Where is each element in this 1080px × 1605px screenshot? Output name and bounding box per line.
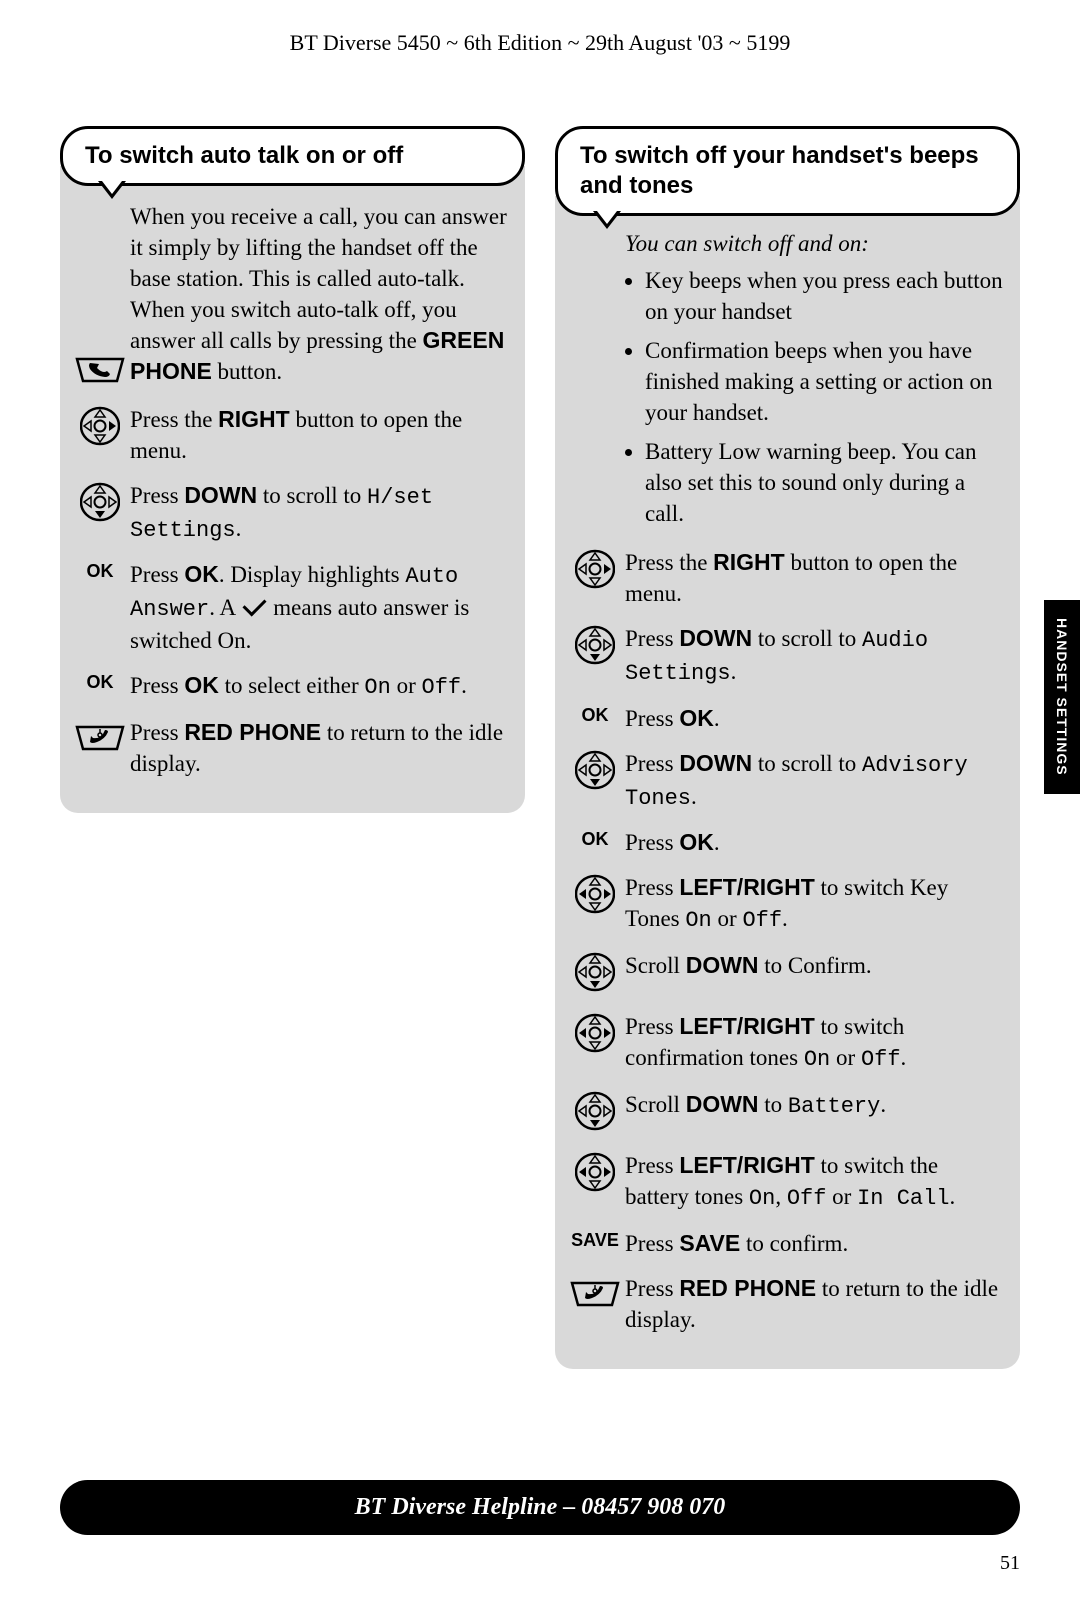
left-step-1: Press the RIGHT button to open the menu. bbox=[130, 404, 510, 466]
nav-lr-icon bbox=[565, 1011, 625, 1058]
nav-down-icon bbox=[565, 748, 625, 795]
right-step-4: Press DOWN to scroll to Advisory Tones. bbox=[625, 748, 1005, 813]
right-step-2: Press DOWN to scroll to Audio Settings. bbox=[625, 623, 1005, 688]
right-step-10: Press LEFT/RIGHT to switch the battery t… bbox=[625, 1150, 1005, 1214]
right-steps: You can switch off and on: Key beeps whe… bbox=[555, 196, 1020, 1369]
save-label: SAVE bbox=[565, 1228, 625, 1251]
bullet-2: Confirmation beeps when you have finishe… bbox=[645, 335, 1005, 428]
red-phone-icon bbox=[70, 717, 130, 758]
green-phone-icon bbox=[70, 201, 130, 390]
right-step-11: Press SAVE to confirm. bbox=[625, 1228, 1005, 1259]
page-number: 51 bbox=[1000, 1552, 1020, 1575]
left-step-2: Press DOWN to scroll to H/set Settings. bbox=[130, 480, 510, 545]
bullet-1: Key beeps when you press each button on … bbox=[645, 265, 1005, 327]
ok-label: OK bbox=[565, 703, 625, 726]
nav-down-icon bbox=[70, 480, 130, 527]
nav-right-icon bbox=[565, 547, 625, 594]
ok-label: OK bbox=[565, 827, 625, 850]
left-intro: When you receive a call, you can answer … bbox=[130, 201, 510, 387]
side-tab: HANDSET SETTINGS bbox=[1044, 600, 1080, 794]
nav-down-icon bbox=[565, 950, 625, 997]
nav-lr-icon bbox=[565, 1150, 625, 1197]
nav-right-icon bbox=[70, 404, 130, 451]
red-phone-icon bbox=[565, 1273, 625, 1314]
ok-label: OK bbox=[70, 559, 130, 582]
page-header: BT Diverse 5450 ~ 6th Edition ~ 29th Aug… bbox=[60, 30, 1020, 56]
right-title: To switch off your handset's beeps and t… bbox=[555, 126, 1020, 216]
nav-down-icon bbox=[565, 1089, 625, 1136]
left-steps: When you receive a call, you can answer … bbox=[60, 166, 525, 813]
left-step-4: Press OK to select either On or Off. bbox=[130, 670, 510, 703]
left-column: To switch auto talk on or off When you r… bbox=[60, 126, 525, 1369]
nav-lr-icon bbox=[565, 872, 625, 919]
left-step-5: Press RED PHONE to return to the idle di… bbox=[130, 717, 510, 779]
right-step-6: Press LEFT/RIGHT to switch Key Tones On … bbox=[625, 872, 1005, 936]
helpline-bar: BT Diverse Helpline – 08457 908 070 bbox=[60, 1480, 1020, 1535]
left-step-3: Press OK. Display highlights Auto Answer… bbox=[130, 559, 510, 655]
right-step-12: Press RED PHONE to return to the idle di… bbox=[625, 1273, 1005, 1335]
left-title: To switch auto talk on or off bbox=[60, 126, 525, 186]
nav-down-icon bbox=[565, 623, 625, 670]
right-intro-italic: You can switch off and on: bbox=[625, 231, 1005, 257]
ok-label: OK bbox=[70, 670, 130, 693]
tick-icon bbox=[242, 593, 266, 617]
right-step-9: Scroll DOWN to Battery. bbox=[625, 1089, 1005, 1122]
right-bullets: Key beeps when you press each button on … bbox=[645, 265, 1005, 529]
right-column: To switch off your handset's beeps and t… bbox=[555, 126, 1020, 1369]
right-step-5: Press OK. bbox=[625, 827, 1005, 858]
right-step-7: Scroll DOWN to Confirm. bbox=[625, 950, 1005, 981]
right-step-3: Press OK. bbox=[625, 703, 1005, 734]
bullet-3: Battery Low warning beep. You can also s… bbox=[645, 436, 1005, 529]
right-step-8: Press LEFT/RIGHT to switch confirmation … bbox=[625, 1011, 1005, 1075]
right-step-1: Press the RIGHT button to open the menu. bbox=[625, 547, 1005, 609]
